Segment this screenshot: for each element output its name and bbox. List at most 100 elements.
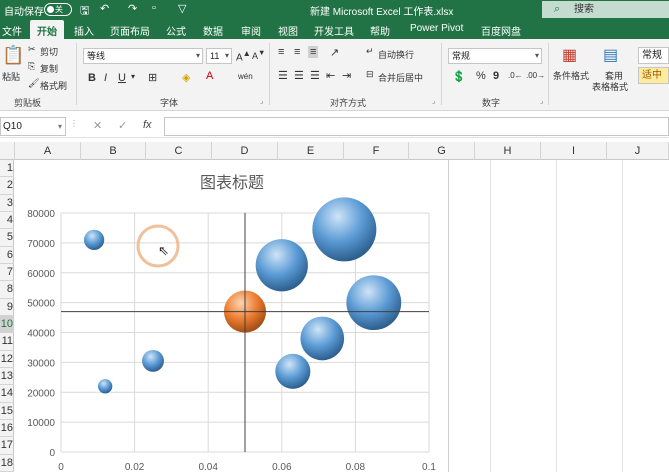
autosave-toggle[interactable]: 关 [44, 3, 72, 16]
bubble-point-2[interactable] [98, 379, 113, 394]
chevron-down-icon[interactable]: ▾ [131, 72, 135, 81]
increase-decimal-icon[interactable]: .0← [508, 71, 523, 80]
tab-data[interactable]: 数据 [203, 23, 223, 38]
name-box[interactable]: Q10 ▾ [0, 117, 66, 136]
align-center-icon[interactable]: ☰ [294, 69, 304, 82]
decrease-indent-icon[interactable]: ⇤ [326, 69, 335, 82]
row-header-16[interactable]: 16 [0, 420, 14, 438]
orientation-icon[interactable]: ↗ [330, 46, 339, 59]
copy-button[interactable]: 复制 [40, 62, 58, 75]
paste-button[interactable]: 粘贴 [2, 70, 20, 83]
merge-center-button[interactable]: 合并后居中 [378, 71, 423, 84]
row-header-3[interactable]: 3 [0, 195, 14, 212]
column-header-c[interactable]: C [146, 142, 212, 160]
column-header-a[interactable]: A [15, 142, 81, 160]
row-header-4[interactable]: 4 [0, 212, 14, 230]
tab-file[interactable]: 文件 [2, 23, 22, 38]
row-header-8[interactable]: 8 [0, 281, 14, 299]
conditional-format-icon[interactable]: ▦ [562, 45, 577, 65]
row-header-2[interactable]: 2 [0, 177, 14, 195]
column-header-b[interactable]: B [81, 142, 146, 160]
cut-button[interactable]: 剪切 [40, 45, 58, 58]
decrease-font-icon[interactable]: A▼ [252, 48, 265, 61]
column-header-d[interactable]: D [212, 142, 278, 160]
bubble-chart[interactable]: 图表标题 0 10000 20000 30000 40000 50000 60000 7000… [15, 160, 449, 473]
bubble-point-6[interactable] [275, 353, 311, 389]
align-right-icon[interactable]: ☰ [310, 69, 320, 82]
tab-baidu-netdisk[interactable]: 百度网盘 [481, 23, 521, 38]
align-left-icon[interactable]: ☰ [278, 69, 288, 82]
row-header-17[interactable]: 17 [0, 437, 14, 455]
decrease-decimal-icon[interactable]: .00→ [526, 71, 545, 80]
column-header-g[interactable]: G [409, 142, 475, 160]
conditional-format-button[interactable]: 条件格式 [553, 69, 589, 82]
phonetic-icon[interactable]: wén [238, 72, 253, 81]
row-header-18[interactable]: 18 [0, 455, 14, 472]
dialog-launcher-icon[interactable]: ⌟ [432, 97, 435, 105]
wrap-text-icon[interactable]: ↵ [366, 46, 374, 57]
row-header-9[interactable]: 9 [0, 299, 14, 316]
bubble-point-1[interactable] [84, 229, 105, 251]
column-header-e[interactable]: E [278, 142, 344, 160]
number-format-select[interactable]: 常规 ▾ [448, 48, 542, 64]
chart-title[interactable]: 图表标题 [200, 174, 264, 192]
row-header-7[interactable]: 7 [0, 264, 14, 282]
row-header-13[interactable]: 13 [0, 368, 14, 386]
copy-icon[interactable]: ⎘ [28, 61, 35, 72]
row-header-11[interactable]: 11 [0, 333, 14, 351]
enter-icon[interactable]: ✓ [118, 119, 127, 132]
dialog-launcher-icon[interactable]: ⌟ [260, 97, 263, 105]
bubble-point-9[interactable] [346, 275, 402, 331]
table-format-icon[interactable]: ▤ [603, 45, 618, 65]
increase-font-icon[interactable]: A▲ [236, 48, 251, 63]
cancel-icon[interactable]: ✕ [93, 119, 102, 132]
style-neutral[interactable]: 适中 [638, 67, 669, 84]
bubble-point-7[interactable] [300, 316, 345, 361]
tab-developer[interactable]: 开发工具 [314, 23, 354, 38]
italic-button[interactable]: I [104, 72, 107, 84]
column-header-f[interactable]: F [344, 142, 409, 160]
bubble-point-8[interactable] [312, 197, 377, 262]
currency-icon[interactable]: 💲 [452, 70, 466, 83]
bold-button[interactable]: B [88, 72, 96, 84]
row-header-5[interactable]: 5 [0, 229, 14, 247]
tab-help[interactable]: 帮助 [370, 23, 390, 38]
tab-formulas[interactable]: 公式 [166, 23, 186, 38]
filter-icon[interactable]: ▽ [178, 2, 186, 15]
scissors-icon[interactable]: ✂ [28, 44, 36, 55]
insert-function-icon[interactable]: fx [143, 119, 152, 131]
column-header-j[interactable]: J [607, 142, 669, 160]
underline-button[interactable]: U [118, 72, 126, 84]
dialog-launcher-icon[interactable]: ⌟ [540, 97, 543, 105]
row-header-6[interactable]: 6 [0, 247, 14, 264]
table-format-button-line2[interactable]: 表格格式 [592, 80, 628, 93]
column-header-h[interactable]: H [475, 142, 541, 160]
row-header-15[interactable]: 15 [0, 403, 14, 420]
fill-color-icon[interactable]: ◈ [182, 71, 190, 84]
increase-indent-icon[interactable]: ⇥ [342, 69, 351, 82]
merge-center-icon[interactable]: ⊟ [366, 69, 374, 80]
align-middle-icon[interactable]: ≡ [294, 46, 300, 58]
row-header-10[interactable]: 10 [0, 315, 14, 334]
row-header-1[interactable]: 1 [0, 160, 14, 178]
search-box[interactable]: ⌕ 搜索 [542, 1, 669, 18]
select-all-corner[interactable] [0, 142, 15, 160]
tab-view[interactable]: 视图 [278, 23, 298, 38]
tab-insert[interactable]: 插入 [74, 23, 94, 38]
tab-power-pivot[interactable]: Power Pivot [410, 23, 463, 34]
style-normal[interactable]: 常规 [638, 47, 669, 64]
font-name-select[interactable]: 等线 ▾ [83, 48, 203, 64]
borders-icon[interactable]: ⊞ [148, 71, 157, 84]
tab-home[interactable]: 开始 [30, 20, 64, 39]
undo-icon[interactable]: ↶ [100, 2, 109, 15]
tab-review[interactable]: 审阅 [241, 23, 261, 38]
wrap-text-button[interactable]: 自动换行 [378, 48, 414, 61]
percent-button[interactable]: % [476, 70, 486, 82]
formula-input[interactable] [164, 117, 669, 136]
comma-style-button[interactable]: 9 [493, 70, 499, 82]
save-icon[interactable]: 🖫 [80, 2, 89, 21]
paste-icon[interactable]: 📋 [2, 45, 24, 66]
format-painter-button[interactable]: 格式刷 [40, 79, 67, 92]
align-top-icon[interactable]: ≡ [278, 46, 284, 58]
row-header-14[interactable]: 14 [0, 385, 14, 403]
